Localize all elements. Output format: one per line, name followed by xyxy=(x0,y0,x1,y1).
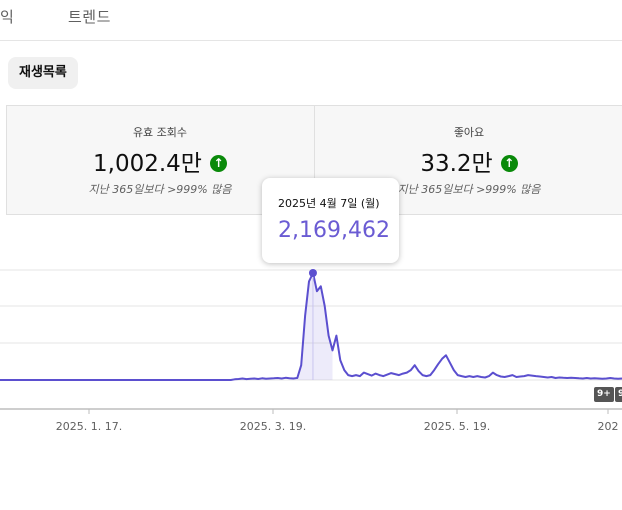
metric-label: 좋아요 xyxy=(453,126,485,139)
tab-bar: 익 트렌드 xyxy=(0,0,622,41)
metric-value-wrap: 1,002.4만 ↑ xyxy=(6,144,314,178)
metric-value: 33.2만 xyxy=(420,151,493,177)
notification-badge[interactable]: 9+ xyxy=(594,387,614,402)
x-tick-label: 2025. 3. 19. xyxy=(240,420,306,433)
chart-tooltip: 2025년 4월 7일 (월) 2,169,462 xyxy=(262,178,399,263)
tab-partial[interactable]: 익 xyxy=(0,6,14,27)
metric-label: 유효 조회수 xyxy=(132,126,188,139)
notification-badge-partial[interactable]: 9 xyxy=(615,387,622,402)
tab-trends[interactable]: 트렌드 xyxy=(68,6,111,27)
arrow-up-circle-icon: ↑ xyxy=(209,155,227,172)
x-tick-label: 2025. 1. 17. xyxy=(56,420,122,433)
tooltip-date: 2025년 4월 7일 (월) xyxy=(278,197,380,210)
x-tick-label: 2025. 5. 19. xyxy=(424,420,490,433)
metric-value: 1,002.4만 xyxy=(93,151,202,177)
playlist-filter-chip[interactable]: 재생목록 xyxy=(8,57,78,89)
tooltip-value: 2,169,462 xyxy=(278,218,390,243)
metric-value-wrap: 33.2만 ↑ xyxy=(315,144,622,178)
data-point-peak[interactable] xyxy=(308,269,317,277)
x-tick-label: 202 xyxy=(598,420,619,433)
arrow-up-circle-icon: ↑ xyxy=(500,155,518,172)
